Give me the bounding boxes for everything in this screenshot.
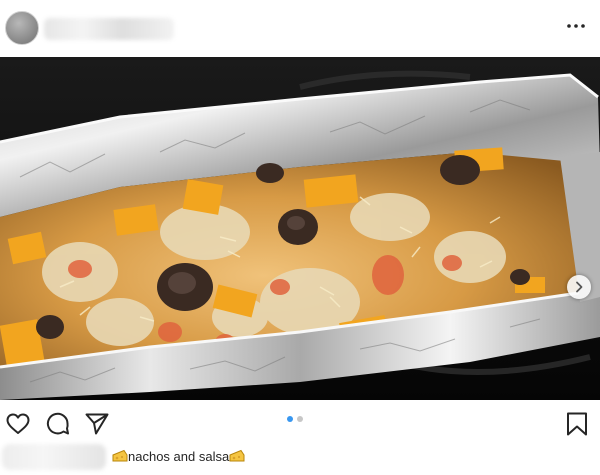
caption-author-blurred[interactable] bbox=[2, 444, 106, 470]
post-photo[interactable] bbox=[0, 57, 600, 400]
post-header bbox=[0, 0, 600, 57]
paper-plane-icon[interactable] bbox=[84, 411, 110, 437]
more-options-button[interactable] bbox=[566, 18, 586, 34]
carousel-dot bbox=[297, 416, 303, 422]
user-avatar[interactable] bbox=[5, 11, 39, 45]
carousel-next-button[interactable] bbox=[567, 275, 591, 299]
bookmark-icon[interactable] bbox=[564, 411, 590, 437]
cheese-icon bbox=[229, 449, 245, 462]
caption-text: nachos and salsa bbox=[128, 448, 230, 464]
more-options-icon bbox=[567, 24, 585, 28]
caption: nachos and salsa bbox=[112, 446, 245, 466]
chevron-right-icon bbox=[576, 281, 583, 293]
carousel-dot-active bbox=[287, 416, 293, 422]
caption-row: nachos and salsa bbox=[0, 440, 600, 475]
nachos-foil-pan-image bbox=[0, 57, 600, 400]
carousel-indicator bbox=[287, 416, 303, 422]
cheese-icon bbox=[112, 449, 128, 462]
heart-icon[interactable] bbox=[5, 411, 31, 437]
username-blurred[interactable] bbox=[44, 18, 174, 40]
comment-icon[interactable] bbox=[45, 411, 71, 437]
